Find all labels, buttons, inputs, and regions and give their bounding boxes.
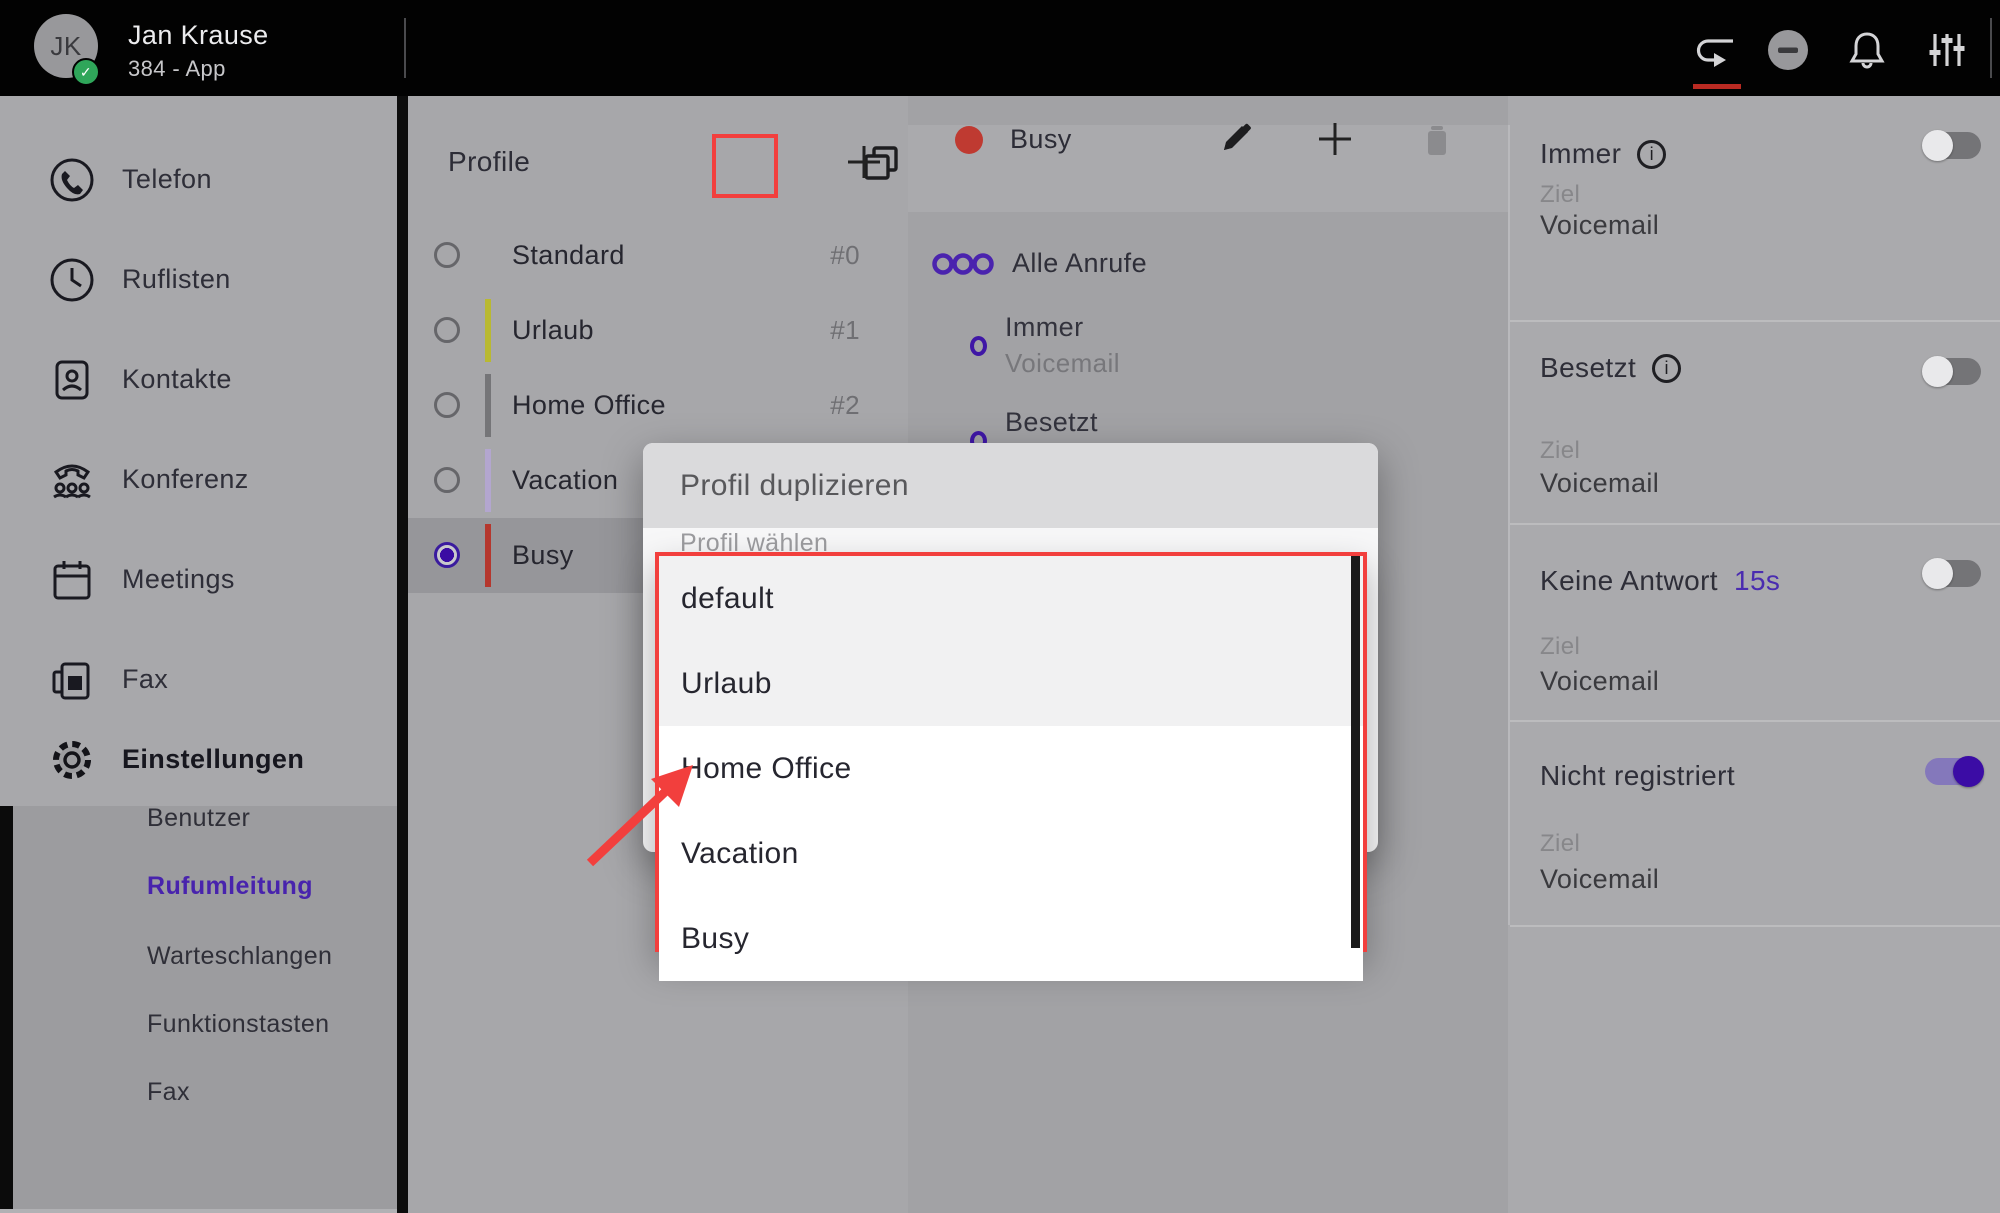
sidebar: Telefon Ruflisten Kontakte Konferenz Mee bbox=[0, 96, 397, 1213]
section-divider bbox=[1510, 523, 2000, 525]
avatar-initials: JK bbox=[50, 31, 81, 62]
sidebar-subitem-rufumleitung[interactable]: Rufumleitung bbox=[147, 872, 313, 901]
target-label: Ziel bbox=[1540, 181, 1580, 209]
sidebar-item-telefon[interactable]: Telefon bbox=[0, 156, 397, 236]
sidebar-subitem-warteschlangen[interactable]: Warteschlangen bbox=[147, 942, 332, 971]
profile-radio[interactable] bbox=[434, 317, 460, 343]
call-forwarding-icon[interactable] bbox=[1693, 28, 1737, 72]
rule-bullet-icon bbox=[970, 336, 987, 356]
toggle-besetzt[interactable] bbox=[1925, 358, 1981, 385]
profile-status-dot bbox=[955, 126, 983, 154]
sidebar-divider-rail bbox=[397, 96, 408, 1213]
target-value[interactable]: Voicemail bbox=[1540, 210, 1659, 241]
sidebar-subitem-fax[interactable]: Fax bbox=[147, 1078, 190, 1107]
toggle-knob bbox=[1922, 356, 1953, 387]
settings-section bbox=[0, 806, 397, 1209]
section-label-nicht-registriert: Nicht registriert bbox=[1540, 760, 1735, 792]
header-divider bbox=[404, 18, 406, 78]
profile-color-bar bbox=[485, 299, 491, 362]
sidebar-item-kontakte[interactable]: Kontakte bbox=[0, 356, 397, 436]
profiles-title: Profile bbox=[448, 146, 530, 178]
user-extension: 384 - App bbox=[128, 56, 226, 82]
target-value[interactable]: Voicemail bbox=[1540, 666, 1659, 697]
gear-icon bbox=[48, 736, 96, 784]
section-divider bbox=[1510, 720, 2000, 722]
calendar-icon bbox=[48, 556, 96, 604]
top-bar: JK ✓ Jan Krause 384 - App bbox=[0, 0, 2000, 96]
no-answer-timeout[interactable]: 15s bbox=[1734, 565, 1780, 597]
profile-row-home-office[interactable]: Home Office #2 bbox=[408, 368, 908, 443]
toggle-keine-antwort[interactable] bbox=[1925, 560, 1981, 587]
app-window: JK ✓ Jan Krause 384 - App bbox=[0, 0, 2000, 1213]
info-icon[interactable]: i bbox=[1637, 140, 1666, 169]
sidebar-item-ruflisten[interactable]: Ruflisten bbox=[0, 256, 397, 336]
dropdown-option-default[interactable]: default bbox=[659, 556, 1363, 641]
sidebar-item-meetings[interactable]: Meetings bbox=[0, 556, 397, 636]
dropdown-option-vacation[interactable]: Vacation bbox=[659, 811, 1363, 896]
forwarding-settings-panel: Immer i Ziel Voicemail Besetzt i Ziel Vo… bbox=[1508, 96, 2000, 1213]
do-not-disturb-icon[interactable] bbox=[1766, 28, 1810, 72]
rule-immer[interactable]: Immer Voicemail bbox=[908, 306, 1508, 386]
rule-group-row[interactable]: Alle Anrufe bbox=[908, 236, 1508, 296]
delete-profile-icon[interactable] bbox=[1418, 120, 1456, 158]
profile-color-bar bbox=[485, 449, 491, 512]
phone-icon bbox=[48, 156, 96, 204]
settings-active-bar bbox=[0, 806, 13, 1209]
toggle-immer[interactable] bbox=[1925, 132, 1981, 159]
profile-radio[interactable] bbox=[434, 467, 460, 493]
toggle-knob bbox=[1953, 756, 1984, 787]
user-name: Jan Krause bbox=[128, 20, 269, 51]
sidebar-subitem-funktionstasten[interactable]: Funktionstasten bbox=[147, 1010, 330, 1039]
profile-radio[interactable] bbox=[434, 242, 460, 268]
profile-select-dropdown: default Urlaub Home Office Vacation Busy bbox=[655, 552, 1367, 952]
clock-icon bbox=[48, 256, 96, 304]
section-divider bbox=[1510, 320, 2000, 322]
target-label: Ziel bbox=[1540, 830, 1580, 858]
profile-radio[interactable] bbox=[434, 392, 460, 418]
edit-profile-icon[interactable] bbox=[1216, 120, 1254, 158]
dropdown-scrollbar[interactable] bbox=[1351, 556, 1360, 948]
sidebar-item-fax[interactable]: Fax bbox=[0, 656, 397, 736]
active-profile-title: Busy bbox=[1010, 124, 1072, 155]
profile-radio-selected[interactable] bbox=[434, 542, 460, 568]
dropdown-option-busy[interactable]: Busy bbox=[659, 896, 1363, 981]
notifications-bell-icon[interactable] bbox=[1845, 28, 1889, 72]
all-calls-icon bbox=[932, 250, 996, 283]
modal-title: Profil duplizieren bbox=[680, 469, 909, 503]
online-status-icon: ✓ bbox=[72, 58, 100, 86]
target-value[interactable]: Voicemail bbox=[1540, 864, 1659, 895]
conference-icon bbox=[48, 456, 96, 504]
toggle-knob bbox=[1922, 558, 1953, 589]
sidebar-item-konferenz[interactable]: Konferenz bbox=[0, 456, 397, 536]
toggle-nicht-registriert[interactable] bbox=[1925, 758, 1981, 785]
header-divider bbox=[1990, 18, 1992, 78]
target-label: Ziel bbox=[1540, 437, 1580, 465]
add-rule-icon[interactable] bbox=[1316, 120, 1354, 158]
annotation-box-duplicate-icon bbox=[712, 134, 778, 198]
toggle-knob bbox=[1922, 130, 1953, 161]
add-profile-button[interactable] bbox=[844, 142, 884, 182]
sidebar-footer bbox=[0, 1209, 397, 1213]
target-value[interactable]: Voicemail bbox=[1540, 468, 1659, 499]
section-divider bbox=[1510, 925, 2000, 927]
sidebar-item-einstellungen[interactable]: Einstellungen bbox=[0, 736, 397, 816]
fax-icon bbox=[48, 656, 96, 704]
profile-row-urlaub[interactable]: Urlaub #1 bbox=[408, 293, 908, 368]
contact-card-icon bbox=[48, 356, 96, 404]
target-label: Ziel bbox=[1540, 633, 1580, 661]
section-label-besetzt: Besetzt i bbox=[1540, 352, 1681, 384]
dropdown-option-home-office[interactable]: Home Office bbox=[659, 726, 1363, 811]
profile-color-bar bbox=[485, 374, 491, 437]
section-label-immer: Immer i bbox=[1540, 138, 1666, 170]
dropdown-option-urlaub[interactable]: Urlaub bbox=[659, 641, 1363, 726]
section-label-keine-antwort: Keine Antwort 15s bbox=[1540, 565, 1780, 597]
call-forwarding-active-underline bbox=[1693, 84, 1741, 89]
annotation-arrow bbox=[555, 735, 725, 885]
info-icon[interactable]: i bbox=[1652, 354, 1681, 383]
profile-color-bar bbox=[485, 524, 491, 587]
panel-divider bbox=[1508, 125, 1510, 925]
profile-row-standard[interactable]: Standard #0 bbox=[408, 218, 908, 293]
settings-sliders-icon[interactable] bbox=[1925, 28, 1969, 72]
